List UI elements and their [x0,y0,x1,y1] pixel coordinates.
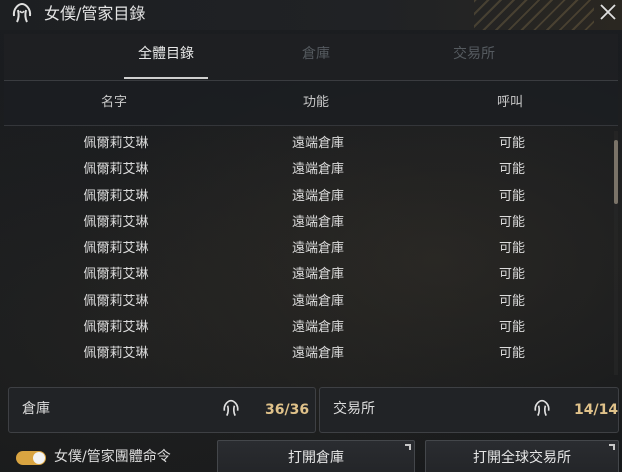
cell-name: 佩爾莉艾琳 [83,293,149,309]
warehouse-summary-label: 倉庫 [22,401,50,417]
table-row[interactable]: 佩爾莉艾琳 遠端倉庫 可能 [4,131,610,157]
tab-warehouse[interactable]: 倉庫 [266,34,366,78]
market-summary-panel: 交易所 14/14 [319,387,619,433]
cell-name: 佩爾莉艾琳 [83,346,149,362]
cell-function: 遠端倉庫 [291,293,344,309]
maid-icon [12,2,32,23]
tab-warehouse-label: 倉庫 [302,46,330,62]
expand-corner-icon [609,444,615,450]
column-header-function[interactable]: 功能 [266,81,366,125]
close-icon [600,4,616,20]
cell-call: 可能 [498,293,525,309]
warehouse-summary-panel: 倉庫 36/36 [8,387,316,433]
cell-call: 可能 [498,136,525,151]
cell-call: 可能 [498,162,525,178]
cell-function: 遠端倉庫 [291,162,344,178]
expand-corner-icon [405,444,411,450]
cell-function: 遠端倉庫 [291,241,344,257]
cell-function: 遠端倉庫 [291,188,344,204]
close-button[interactable] [596,0,620,24]
table-row[interactable]: 佩爾莉艾琳 遠端倉庫 可能 [4,184,610,210]
maid-icon [223,399,239,417]
cell-name: 佩爾莉艾琳 [83,267,149,283]
table-row[interactable]: 佩爾莉艾琳 遠端倉庫 可能 [4,262,610,288]
tab-market-label: 交易所 [453,46,495,62]
column-header-name[interactable]: 名字 [64,81,164,125]
table-body: 佩爾莉艾琳 遠端倉庫 可能 佩爾莉艾琳 遠端倉庫 可能 佩爾莉艾琳 遠端倉庫 可能 佩爾莉艾琳 遠端… [4,131,610,373]
window-title: 女僕/管家目錄 [44,4,146,23]
group-command-label: 女僕/管家團體命令 [54,449,171,465]
maid-icon [534,399,550,417]
table-row[interactable]: 佩爾莉艾琳 遠端倉庫 可能 [4,315,610,341]
active-tab-indicator [124,77,208,79]
cell-call: 可能 [498,267,525,283]
warehouse-count: 36/36 [265,402,310,418]
cell-call: 可能 [498,320,525,336]
cell-call: 可能 [498,346,525,362]
tab-market[interactable]: 交易所 [424,34,524,78]
tab-all[interactable]: 全體目錄 [116,34,216,79]
table-header: 名字 功能 呼叫 [4,81,618,126]
cell-name: 佩爾莉艾琳 [83,320,149,336]
maid-butler-window: 女僕/管家目錄 全體目錄 倉庫 交易所 名字 功能 呼叫 佩爾莉艾琳 遠端倉庫 可能… [0,0,622,472]
tab-bar: 全體目錄 倉庫 交易所 [4,34,618,81]
market-summary-label: 交易所 [333,401,375,417]
cell-name: 佩爾莉艾琳 [83,214,149,230]
table-row[interactable]: 佩爾莉艾琳 遠端倉庫 可能 [4,210,610,236]
table-row[interactable]: 佩爾莉艾琳 遠端倉庫 可能 [4,236,610,262]
toggle-knob [33,452,45,464]
cell-function: 遠端倉庫 [291,346,344,362]
cell-name: 佩爾莉艾琳 [83,241,149,257]
open-global-market-button[interactable]: 打開全球交易所 [425,440,619,472]
tab-all-label: 全體目錄 [138,46,194,62]
title-bar: 女僕/管家目錄 [0,0,622,30]
cell-name: 佩爾莉艾琳 [83,162,149,178]
cell-call: 可能 [498,241,525,257]
open-global-market-label: 打開全球交易所 [473,450,571,466]
table-row[interactable]: 佩爾莉艾琳 遠端倉庫 可能 [4,157,610,183]
table-row[interactable]: 佩爾莉艾琳 遠端倉庫 可能 [4,341,610,367]
table-row[interactable]: 佩爾莉艾琳 遠端倉庫 可能 [4,289,610,315]
cell-call: 可能 [498,214,525,230]
open-warehouse-label: 打開倉庫 [288,450,344,466]
column-header-call[interactable]: 呼叫 [460,81,560,125]
cell-function: 遠端倉庫 [291,136,344,151]
scrollbar-thumb[interactable] [614,140,618,204]
open-warehouse-button[interactable]: 打開倉庫 [217,440,415,472]
cell-function: 遠端倉庫 [291,267,344,283]
cell-function: 遠端倉庫 [291,214,344,230]
cell-name: 佩爾莉艾琳 [83,136,149,151]
cell-call: 可能 [498,188,525,204]
title-decoration [474,0,594,30]
group-command-toggle[interactable] [16,451,46,465]
cell-function: 遠端倉庫 [291,320,344,336]
cell-name: 佩爾莉艾琳 [83,188,149,204]
market-count: 14/14 [574,402,619,418]
